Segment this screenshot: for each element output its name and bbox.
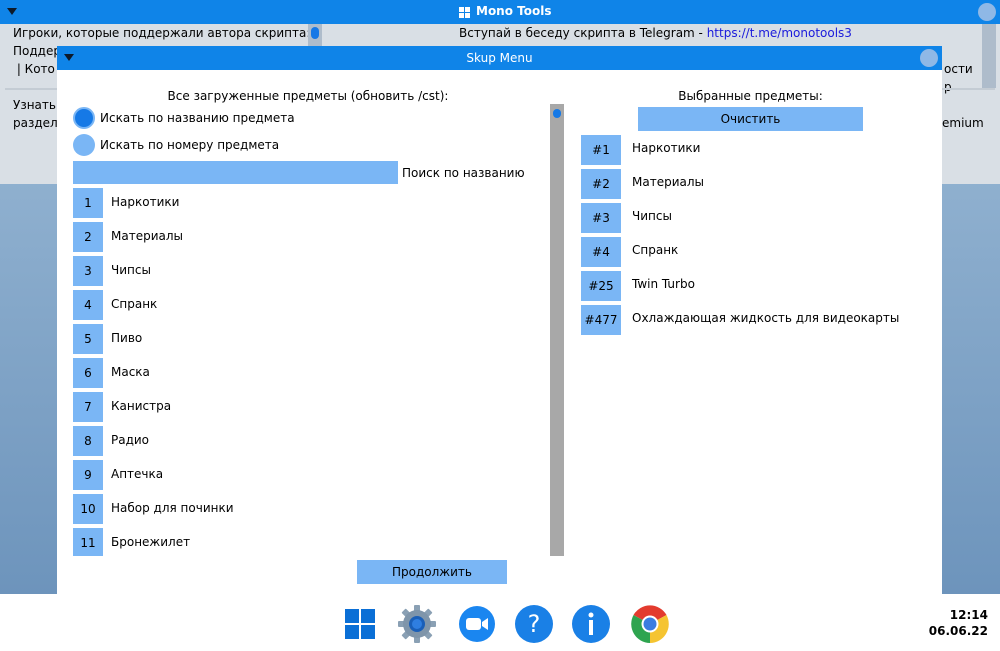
supporters-line: | Кото (13, 62, 55, 76)
clock-date: 06.06.22 (928, 624, 988, 638)
item-number[interactable]: 2 (73, 222, 103, 252)
item-name: Маска (111, 365, 150, 379)
system-clock[interactable]: 12:14 06.06.22 (929, 607, 988, 639)
right-panel-scrollbar[interactable] (982, 24, 996, 88)
selected-item-name: Материалы (632, 175, 704, 189)
radio-label: Искать по номеру предмета (100, 138, 280, 152)
chrome-icon[interactable] (630, 604, 670, 644)
item-number[interactable]: 4 (73, 290, 103, 320)
list-item[interactable]: 3 Чипсы (73, 256, 543, 286)
list-item[interactable]: 8 Радио (73, 426, 543, 456)
selected-item-name: Спранк (632, 243, 679, 257)
list-item[interactable]: 1 Наркотики (73, 188, 543, 218)
selected-item-name: Охлаждающая жидкость для видеокарты (632, 311, 900, 325)
skup-menu-close-button[interactable] (920, 49, 938, 67)
clear-button[interactable]: Очистить (638, 107, 863, 131)
item-number[interactable]: 7 (73, 392, 103, 422)
selected-item[interactable]: #2 Материалы (581, 169, 931, 199)
search-label: Поиск по названию (402, 166, 525, 180)
list-item[interactable]: 5 Пиво (73, 324, 543, 354)
item-number[interactable]: 9 (73, 460, 103, 490)
settings-gear-icon[interactable] (397, 604, 437, 644)
item-name: Бронежилет (111, 535, 191, 549)
selected-item[interactable]: #25 Twin Turbo (581, 271, 931, 301)
item-name: Радио (111, 433, 150, 447)
item-name: Аптечка (111, 467, 164, 481)
all-items-header: Все загруженные предметы (обновить /cst)… (167, 89, 449, 103)
selected-items-list: #1 Наркотики #2 Материалы #3 Чипсы #4 Спранк… (581, 135, 931, 339)
windows-start-icon[interactable] (340, 604, 380, 644)
clock-time: 12:14 (949, 608, 988, 622)
selected-item-number[interactable]: #2 (581, 169, 621, 199)
radio-unchecked-icon[interactable] (73, 134, 95, 156)
partial-text: ости (944, 62, 973, 76)
item-number[interactable]: 5 (73, 324, 103, 354)
list-item[interactable]: 6 Маска (73, 358, 543, 388)
list-item[interactable]: 9 Аптечка (73, 460, 543, 490)
radio-checked-icon[interactable] (73, 107, 95, 129)
item-name: Спранк (111, 297, 158, 311)
supporters-heading: Игроки, которые поддержали автора скрипт… (13, 26, 311, 40)
list-item[interactable]: 11 Бронежилет (73, 528, 543, 556)
info-line: Узнать (13, 98, 56, 112)
partial-text: emium (942, 116, 984, 130)
skup-menu-title: Skup Menu (466, 51, 533, 65)
radio-label: Искать по названию предмета (100, 111, 295, 125)
zoom-camera-icon[interactable] (457, 604, 497, 644)
item-name: Чипсы (111, 263, 151, 277)
telegram-invite-label: Вступай в беседу скрипта в Telegram - (459, 26, 707, 40)
collapse-triangle-icon[interactable] (7, 8, 17, 15)
items-scrollbar[interactable] (550, 104, 564, 556)
all-items-list: 1 Наркотики 2 Материалы 3 Чипсы 4 Спранк 5 Пи… (73, 188, 543, 556)
mono-tools-titlebar[interactable]: Mono Tools (0, 0, 1000, 24)
help-question-icon[interactable]: ? (514, 604, 554, 644)
item-number[interactable]: 11 (73, 528, 103, 556)
scrollbar-thumb[interactable] (553, 109, 561, 118)
windows-logo-icon (459, 7, 470, 18)
radio-search-by-number[interactable]: Искать по номеру предмета (73, 133, 279, 157)
item-number[interactable]: 1 (73, 188, 103, 218)
selected-item-number[interactable]: #3 (581, 203, 621, 233)
telegram-link[interactable]: https://t.me/monotools3 (707, 26, 852, 40)
item-number[interactable]: 10 (73, 494, 103, 524)
list-item[interactable]: 4 Спранк (73, 290, 543, 320)
skup-menu-titlebar[interactable]: Skup Menu (57, 46, 942, 70)
item-name: Материалы (111, 229, 183, 243)
info-icon[interactable] (571, 604, 611, 644)
list-item[interactable]: 7 Канистра (73, 392, 543, 422)
item-number[interactable]: 6 (73, 358, 103, 388)
svg-text:?: ? (528, 610, 541, 638)
item-name: Канистра (111, 399, 172, 413)
selected-item-number[interactable]: #25 (581, 271, 621, 301)
partial-text: р (944, 80, 952, 94)
selected-item-name: Наркотики (632, 141, 701, 155)
item-name: Набор для починки (111, 501, 234, 515)
selected-items-header: Выбранные предметы: (678, 89, 823, 103)
selected-item-number[interactable]: #477 (581, 305, 621, 335)
item-number[interactable]: 3 (73, 256, 103, 286)
item-name: Пиво (111, 331, 143, 345)
selected-item[interactable]: #1 Наркотики (581, 135, 931, 165)
telegram-invite-text: Вступай в беседу скрипта в Telegram - ht… (459, 26, 852, 40)
item-number[interactable]: 8 (73, 426, 103, 456)
skup-menu-window: Skup Menu Все загруженные предметы (обно… (57, 46, 942, 594)
selected-item-number[interactable]: #4 (581, 237, 621, 267)
search-input[interactable] (73, 161, 398, 184)
selected-item[interactable]: #3 Чипсы (581, 203, 931, 233)
supporters-line: Поддер (13, 44, 61, 58)
selected-item-name: Чипсы (632, 209, 672, 223)
taskbar: ? 12:14 06.06.22 (0, 594, 1000, 651)
selected-item[interactable]: #4 Спранк (581, 237, 931, 267)
selected-item-name: Twin Turbo (632, 277, 695, 291)
list-item[interactable]: 2 Материалы (73, 222, 543, 252)
list-item[interactable]: 10 Набор для починки (73, 494, 543, 524)
mono-tools-close-button[interactable] (978, 3, 996, 21)
mono-tools-title: Mono Tools (476, 4, 552, 18)
continue-button[interactable]: Продолжить (357, 560, 507, 584)
radio-search-by-name[interactable]: Искать по названию предмета (73, 106, 295, 130)
selected-item[interactable]: #477 Охлаждающая жидкость для видеокарты (581, 305, 931, 335)
scrollbar-thumb[interactable] (311, 27, 319, 39)
selected-item-number[interactable]: #1 (581, 135, 621, 165)
item-name: Наркотики (111, 195, 180, 209)
